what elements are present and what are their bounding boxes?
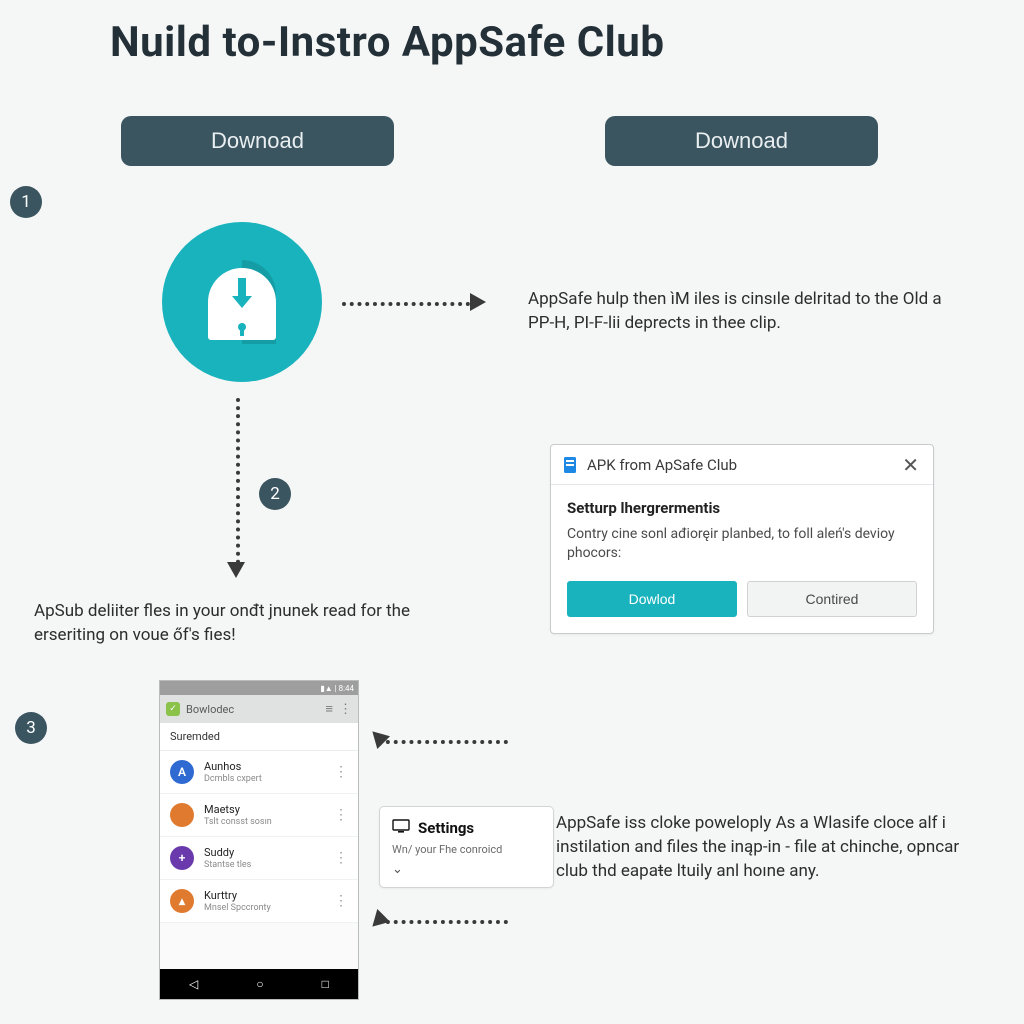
list-item-label: Aunhos xyxy=(204,760,324,773)
list-item[interactable]: MaetsyTslt consst sosın ⋮ xyxy=(160,794,358,837)
arrow-from-settings-head xyxy=(366,909,390,933)
close-icon[interactable]: ✕ xyxy=(898,453,923,477)
appbar-title: Bowlodec xyxy=(186,703,234,716)
more-icon[interactable]: ⋮ xyxy=(334,764,348,780)
nav-recent-icon[interactable]: □ xyxy=(322,977,329,991)
list-item-label: Maetsy xyxy=(204,803,324,816)
dialog-body-text: Contry cine sonl ađioręir planbed, to fo… xyxy=(567,525,917,563)
settings-title: Settings xyxy=(418,819,474,837)
lock-download-icon xyxy=(162,222,322,382)
more-icon[interactable]: ⋮ xyxy=(334,850,348,866)
arrow-step2-head xyxy=(227,562,245,578)
phone-section-header: Suremded xyxy=(160,723,358,751)
app-icon xyxy=(166,702,180,716)
more-icon[interactable]: ⋮ xyxy=(334,807,348,823)
dialog-download-button[interactable]: Dowlod xyxy=(567,581,737,617)
dialog-title: APK from ApSafe Club xyxy=(587,456,737,474)
nav-home-icon[interactable]: ○ xyxy=(256,977,263,991)
list-item-sub: Dcmbls cxpert xyxy=(204,774,324,784)
avatar-icon: A xyxy=(170,760,194,784)
arrow-step2 xyxy=(236,398,240,564)
step2-text: ApSub deliiter fles in your onđt jnunek … xyxy=(34,600,434,648)
list-item[interactable]: A AunhosDcmbls cxpert ⋮ xyxy=(160,751,358,794)
nav-back-icon[interactable]: ◁ xyxy=(189,977,198,991)
list-item-sub: Mnsel Spccronty xyxy=(204,903,324,913)
arrow-step1 xyxy=(342,302,470,306)
file-icon xyxy=(561,456,579,474)
phone-app-bar: Bowlodec ≡ ⋮ xyxy=(160,695,358,723)
dialog-header: APK from ApSafe Club ✕ xyxy=(551,445,933,485)
phone-status-bar: ▮▲ | 8:44 xyxy=(160,681,358,695)
chevron-down-icon: ⌄ xyxy=(392,862,541,877)
avatar-icon: + xyxy=(170,846,194,870)
download-button-left[interactable]: Downoad xyxy=(121,116,394,166)
phone-mockup: ▮▲ | 8:44 Bowlodec ≡ ⋮ Suremded A Aunhos… xyxy=(159,680,359,1000)
apk-dialog: APK from ApSafe Club ✕ Setturp lhergrerm… xyxy=(550,444,934,634)
arrow-from-settings xyxy=(378,920,508,924)
step-badge-1: 1 xyxy=(10,186,42,218)
monitor-icon xyxy=(392,819,410,837)
list-item-label: Suddy xyxy=(204,846,324,859)
arrow-to-phone xyxy=(378,740,508,744)
page-title: Nuild to-Instro AppSafe Club xyxy=(110,18,664,67)
phone-nav-bar: ◁ ○ □ xyxy=(160,969,358,999)
settings-subtitle: Wn/ your Fhe conroicd xyxy=(392,843,541,856)
dialog-continue-button[interactable]: Contired xyxy=(747,581,917,617)
list-item-sub: Stantse tles xyxy=(204,860,324,870)
avatar-icon xyxy=(170,803,194,827)
step-badge-3: 3 xyxy=(15,712,47,744)
appbar-action-icon[interactable]: ≡ xyxy=(325,701,333,717)
list-item-label: Kurttry xyxy=(204,889,324,902)
settings-card[interactable]: Settings Wn/ your Fhe conroicd ⌄ xyxy=(379,806,554,888)
download-button-right[interactable]: Downoad xyxy=(605,116,878,166)
avatar-icon: ▴ xyxy=(170,889,194,913)
step3-text: AppSafe iss cloke poweloply As a Wlasife… xyxy=(556,812,966,883)
step-badge-2: 2 xyxy=(259,478,291,510)
more-icon[interactable]: ⋮ xyxy=(334,893,348,909)
step1-text: AppSafe hulp then ìM iles is cinsıle del… xyxy=(528,288,948,336)
dialog-subtitle: Setturp lhergrermentis xyxy=(567,499,917,517)
appbar-overflow-icon[interactable]: ⋮ xyxy=(339,702,352,717)
list-item[interactable]: ▴ KurttryMnsel Spccronty ⋮ xyxy=(160,880,358,923)
arrow-to-phone-head xyxy=(366,725,390,749)
arrow-step1-head xyxy=(470,293,486,311)
list-item[interactable]: + SuddyStantse tles ⋮ xyxy=(160,837,358,880)
list-item-sub: Tslt consst sosın xyxy=(204,817,324,827)
